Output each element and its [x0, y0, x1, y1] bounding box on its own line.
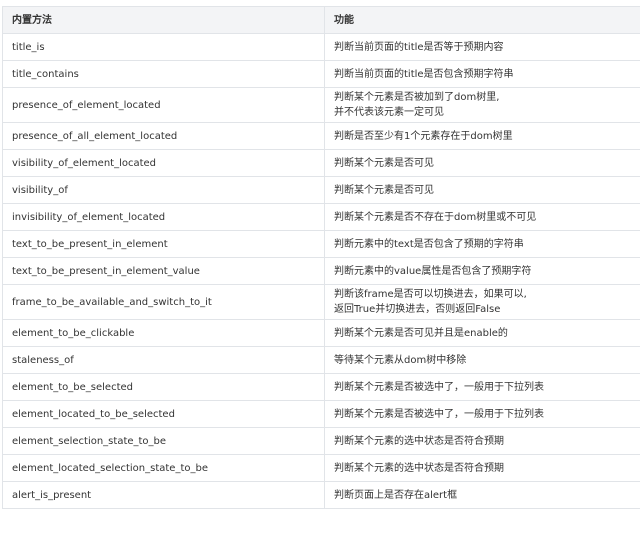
header-function: 功能 — [324, 6, 640, 34]
function-cell: 判断某个元素是否被加到了dom树里, 并不代表该元素一定可见 — [324, 87, 640, 123]
function-cell: 判断某个元素是否可见 — [324, 176, 640, 204]
table-row: element_to_be_selected 判断某个元素是否被选中了，一般用于下… — [2, 373, 640, 401]
function-cell: 判断当前页面的title是否包含预期字符串 — [324, 60, 640, 88]
method-cell: staleness_of — [2, 346, 325, 374]
function-cell: 判断当前页面的title是否等于预期内容 — [324, 33, 640, 61]
function-cell: 判断元素中的text是否包含了预期的字符串 — [324, 230, 640, 258]
table-body: title_is 判断当前页面的title是否等于预期内容 title_contai… — [2, 33, 640, 509]
function-text-line: 判断某个元素是否被选中了，一般用于下拉列表 — [334, 381, 544, 393]
function-text-line: 判断页面上是否存在alert框 — [334, 489, 458, 501]
header-method: 内置方法 — [2, 6, 325, 34]
table-row: element_located_to_be_selected 判断某个元素是否被选… — [2, 400, 640, 428]
function-cell: 判断元素中的value属性是否包含了预期字符 — [324, 257, 640, 285]
function-cell: 判断某个元素的选中状态是否符合预期 — [324, 427, 640, 455]
table-row: text_to_be_present_in_element_value 判断元素中… — [2, 257, 640, 285]
method-cell: element_located_to_be_selected — [2, 400, 325, 428]
function-text-line: 判断某个元素是否可见并且是enable的 — [334, 327, 508, 339]
table-row: frame_to_be_available_and_switch_to_it 判断… — [2, 284, 640, 320]
function-text-line: 判断某个元素的选中状态是否符合预期 — [334, 462, 504, 474]
table-row: visibility_of_element_located 判断某个元素是否可见 — [2, 149, 640, 177]
function-cell: 判断该frame是否可以切换进去，如果可以, 返回True并切换进去，否则返回Fa… — [324, 284, 640, 320]
document-page: 内置方法 功能 title_is 判断当前页面的title是否等于预期内容 titl… — [0, 0, 640, 537]
function-text-line: 并不代表该元素一定可见 — [334, 107, 444, 118]
method-cell: element_selection_state_to_be — [2, 427, 325, 455]
function-text-line: 判断某个元素是否可见 — [334, 157, 434, 169]
table-row: presence_of_all_element_located 判断是否至少有1个… — [2, 122, 640, 150]
table-row: title_contains 判断当前页面的title是否包含预期字符串 — [2, 60, 640, 88]
function-text-line: 判断当前页面的title是否包含预期字符串 — [334, 68, 514, 80]
method-cell: title_is — [2, 33, 325, 61]
method-cell: alert_is_present — [2, 481, 325, 509]
function-text-line: 判断该frame是否可以切换进去，如果可以, — [334, 289, 527, 300]
header-row: 内置方法 功能 — [2, 6, 640, 34]
function-cell: 等待某个元素从dom树中移除 — [324, 346, 640, 374]
method-cell: invisibility_of_element_located — [2, 203, 325, 231]
function-text-line: 判断当前页面的title是否等于预期内容 — [334, 41, 504, 53]
function-text-line: 判断元素中的value属性是否包含了预期字符 — [334, 265, 532, 277]
method-cell: text_to_be_present_in_element — [2, 230, 325, 258]
table-row: element_to_be_clickable 判断某个元素是否可见并且是enab… — [2, 319, 640, 347]
function-text-line: 判断某个元素是否被选中了，一般用于下拉列表 — [334, 408, 544, 420]
method-cell: element_to_be_clickable — [2, 319, 325, 347]
function-text-line: 判断某个元素是否不存在于dom树里或不可见 — [334, 211, 537, 223]
table-row: title_is 判断当前页面的title是否等于预期内容 — [2, 33, 640, 61]
function-cell: 判断某个元素是否可见 — [324, 149, 640, 177]
method-cell: title_contains — [2, 60, 325, 88]
table-row: invisibility_of_element_located 判断某个元素是否不… — [2, 203, 640, 231]
function-cell: 判断是否至少有1个元素存在于dom树里 — [324, 122, 640, 150]
method-cell: element_to_be_selected — [2, 373, 325, 401]
method-cell: presence_of_all_element_located — [2, 122, 325, 150]
function-cell: 判断某个元素是否被选中了，一般用于下拉列表 — [324, 373, 640, 401]
table-row: text_to_be_present_in_element 判断元素中的text是… — [2, 230, 640, 258]
table-row: alert_is_present 判断页面上是否存在alert框 — [2, 481, 640, 509]
method-cell: element_located_selection_state_to_be — [2, 454, 325, 482]
table-row: element_selection_state_to_be 判断某个元素的选中状态… — [2, 427, 640, 455]
function-cell: 判断某个元素是否可见并且是enable的 — [324, 319, 640, 347]
function-text-line: 判断是否至少有1个元素存在于dom树里 — [334, 130, 513, 142]
table-row: staleness_of 等待某个元素从dom树中移除 — [2, 346, 640, 374]
method-cell: presence_of_element_located — [2, 87, 325, 123]
method-cell: visibility_of_element_located — [2, 149, 325, 177]
method-cell: frame_to_be_available_and_switch_to_it — [2, 284, 325, 320]
function-cell: 判断某个元素是否不存在于dom树里或不可见 — [324, 203, 640, 231]
table-header: 内置方法 功能 — [2, 6, 640, 34]
method-cell: text_to_be_present_in_element_value — [2, 257, 325, 285]
function-text-line: 判断元素中的text是否包含了预期的字符串 — [334, 238, 524, 250]
table-row: presence_of_element_located 判断某个元素是否被加到了d… — [2, 87, 640, 123]
table-row: element_located_selection_state_to_be 判断某… — [2, 454, 640, 482]
table-row: visibility_of 判断某个元素是否可见 — [2, 176, 640, 204]
methods-table: 内置方法 功能 title_is 判断当前页面的title是否等于预期内容 titl… — [2, 6, 640, 509]
function-text-line: 返回True并切换进去，否则返回False — [334, 304, 501, 315]
function-text-line: 判断某个元素的选中状态是否符合预期 — [334, 435, 504, 447]
function-cell: 判断页面上是否存在alert框 — [324, 481, 640, 509]
function-cell: 判断某个元素是否被选中了，一般用于下拉列表 — [324, 400, 640, 428]
method-cell: visibility_of — [2, 176, 325, 204]
function-text-line: 判断某个元素是否可见 — [334, 184, 434, 196]
function-text-line: 判断某个元素是否被加到了dom树里, — [334, 92, 500, 103]
function-cell: 判断某个元素的选中状态是否符合预期 — [324, 454, 640, 482]
function-text-line: 等待某个元素从dom树中移除 — [334, 354, 467, 366]
